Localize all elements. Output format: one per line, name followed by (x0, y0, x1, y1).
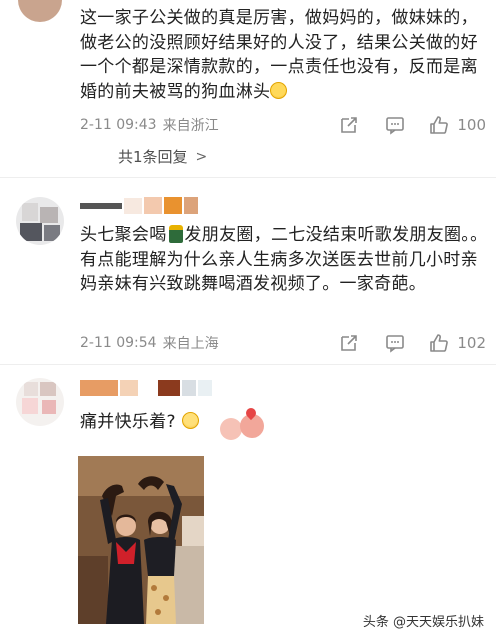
comment-actions: 100 (339, 114, 486, 136)
comment-text: 这一家子公关做的真是厉害，做妈妈的，做妹妹的，做老公的没照顾好结果好的人没了，结… (80, 6, 490, 104)
comment-text: 痛并快乐着? (80, 410, 490, 435)
reply-summary: 共1条回复 (118, 148, 188, 166)
avatar[interactable] (16, 378, 64, 426)
comment-actions: 102 (339, 332, 486, 354)
bottle-emoji (168, 225, 183, 243)
thumb-up-icon[interactable] (429, 333, 449, 353)
comment-icon[interactable] (385, 333, 405, 353)
watermark: 头条 @天天娱乐扒妹 (362, 615, 484, 630)
avatar[interactable] (16, 197, 64, 245)
comment-icon[interactable] (385, 115, 405, 135)
view-replies-link[interactable]: 共1条回复 > (118, 146, 207, 167)
comment-text: 头七聚会喝 发朋友圈，二七没结束听歌发朋友圈。。有点能理解为什么亲人生病多次送医去… (80, 223, 490, 297)
comment-location: 来自浙江 (162, 118, 219, 134)
chevron-right-icon: > (195, 148, 208, 165)
avatar[interactable] (18, 0, 62, 22)
comment-body-part1: 头七聚会喝 (80, 225, 167, 245)
divider (0, 364, 496, 365)
comment-photo[interactable] (78, 456, 204, 624)
thumb-up-icon[interactable] (429, 115, 449, 135)
share-icon[interactable] (339, 115, 359, 135)
comment-date: 2-11 09:43 (80, 117, 157, 133)
username-mosaic[interactable] (80, 378, 220, 398)
comment-location: 来自上海 (162, 336, 219, 352)
laugh-cry-emoji (270, 81, 288, 99)
divider (0, 177, 496, 178)
sticker (218, 405, 270, 448)
photo-scene (78, 456, 204, 624)
like-count: 100 (457, 116, 486, 134)
comment-date: 2-11 09:54 (80, 335, 157, 351)
comment-meta: 2-11 09:43 来自浙江 100 (80, 114, 486, 136)
username-mosaic[interactable] (80, 195, 198, 215)
share-icon[interactable] (339, 333, 359, 353)
comment-body: 痛并快乐着? (80, 412, 176, 432)
like-count: 102 (457, 334, 486, 352)
smirk-emoji (181, 412, 199, 429)
comment-meta: 2-11 09:54 来自上海 102 (80, 332, 486, 354)
